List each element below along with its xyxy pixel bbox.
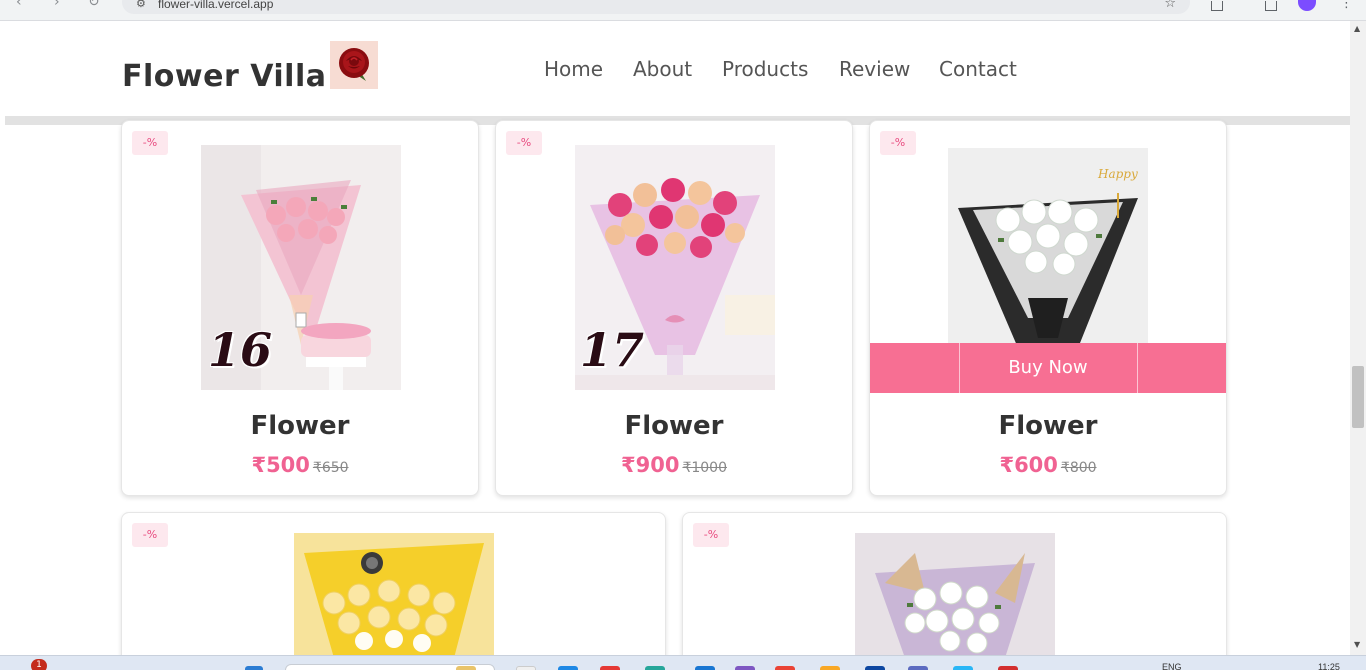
profile-avatar[interactable] xyxy=(1298,0,1316,11)
scroll-down-arrow-icon[interactable]: ▼ xyxy=(1354,640,1360,649)
notification-badge[interactable]: 1 xyxy=(31,659,47,670)
product-title: Flower xyxy=(250,411,350,441)
buy-now-bar[interactable]: Buy Now xyxy=(870,343,1226,393)
app-indigo-icon[interactable] xyxy=(908,666,928,670)
original-price: ₹650 xyxy=(312,460,349,476)
current-price: ₹500 xyxy=(251,453,310,477)
edge-icon[interactable] xyxy=(558,666,578,670)
product-image[interactable] xyxy=(294,533,494,655)
product-card[interactable]: -% xyxy=(682,512,1227,655)
product-card[interactable]: -% 17 Flower ₹900 ₹1000 xyxy=(495,120,853,496)
product-card[interactable]: -% Happy Buy Now Flower ₹600 ₹800 xyxy=(869,120,1227,496)
chrome-icon[interactable] xyxy=(775,666,795,670)
day-number-overlay: 16 xyxy=(208,323,273,377)
price-row: ₹500 ₹650 xyxy=(122,453,478,477)
discount-badge: -% xyxy=(880,131,916,155)
price-row: ₹600 ₹800 xyxy=(870,453,1226,477)
nav-products[interactable]: Products xyxy=(722,57,808,81)
product-card[interactable]: -% xyxy=(121,512,666,655)
rose-logo-image[interactable] xyxy=(330,41,378,89)
nav-about[interactable]: About xyxy=(633,57,692,81)
file-explorer-icon[interactable] xyxy=(820,666,840,670)
url-text[interactable]: flower-villa.vercel.app xyxy=(158,0,273,11)
task-view-icon[interactable] xyxy=(516,666,536,670)
nav-home[interactable]: Home xyxy=(544,57,603,81)
app-teal-icon[interactable] xyxy=(645,666,665,670)
nav-review[interactable]: Review xyxy=(839,57,910,81)
menu-kebab-icon[interactable]: ⋮ xyxy=(1340,0,1353,11)
product-title: Flower xyxy=(998,411,1098,441)
back-icon[interactable]: ‹ xyxy=(16,0,22,10)
reload-icon[interactable]: ↻ xyxy=(88,0,100,10)
discount-badge: -% xyxy=(506,131,542,155)
current-price: ₹600 xyxy=(999,453,1058,477)
site-logo-text[interactable]: Flower Villa xyxy=(122,59,326,94)
app-blue-icon[interactable] xyxy=(865,666,885,670)
discount-badge: -% xyxy=(132,523,168,547)
forward-icon[interactable]: › xyxy=(54,0,60,10)
product-title: Flower xyxy=(624,411,724,441)
discount-badge: -% xyxy=(132,131,168,155)
buy-now-button[interactable]: Buy Now xyxy=(870,357,1226,378)
app-lightblue-icon[interactable] xyxy=(953,666,973,670)
original-price: ₹1000 xyxy=(682,460,727,476)
svg-text:Happy: Happy xyxy=(1097,167,1138,181)
product-card[interactable]: -% 16 Flower ₹500 ₹650 xyxy=(121,120,479,496)
price-row: ₹900 ₹1000 xyxy=(496,453,852,477)
app-red2-icon[interactable] xyxy=(998,666,1018,670)
bookmark-star-icon[interactable]: ☆ xyxy=(1164,0,1176,11)
app-red-icon[interactable] xyxy=(600,666,620,670)
page-scrollbar[interactable] xyxy=(1350,21,1366,655)
product-image[interactable] xyxy=(855,533,1055,655)
app-purple-icon[interactable] xyxy=(735,666,755,670)
site-info-icon[interactable]: ⚙ xyxy=(136,0,146,10)
extensions-icon[interactable] xyxy=(1265,1,1277,11)
day-number-overlay: 17 xyxy=(580,323,645,377)
site-header: Flower Villa Home About Products Review … xyxy=(0,21,1350,116)
scroll-up-arrow-icon[interactable]: ▲ xyxy=(1354,24,1360,33)
nav-contact[interactable]: Contact xyxy=(939,57,1017,81)
product-image[interactable]: Happy xyxy=(948,148,1148,348)
os-taskbar: 1 ENG 11:25 xyxy=(0,655,1366,670)
browser-toolbar: ‹ › ↻ ⚙ flower-villa.vercel.app ☆ ⋮ xyxy=(0,0,1366,21)
download-icon[interactable] xyxy=(1211,1,1223,11)
clock[interactable]: 11:25 xyxy=(1318,662,1340,670)
search-highlight-icon[interactable] xyxy=(456,666,476,670)
discount-badge: -% xyxy=(693,523,729,547)
address-bar[interactable]: ⚙ flower-villa.vercel.app ☆ xyxy=(122,0,1190,14)
vscode-icon[interactable] xyxy=(695,666,715,670)
scroll-thumb[interactable] xyxy=(1352,366,1364,428)
language-indicator[interactable]: ENG xyxy=(1162,662,1182,670)
windows-start-icon[interactable] xyxy=(245,666,263,670)
current-price: ₹900 xyxy=(621,453,680,477)
page-viewport: Flower Villa Home About Products Review … xyxy=(0,21,1350,655)
original-price: ₹800 xyxy=(1060,460,1097,476)
